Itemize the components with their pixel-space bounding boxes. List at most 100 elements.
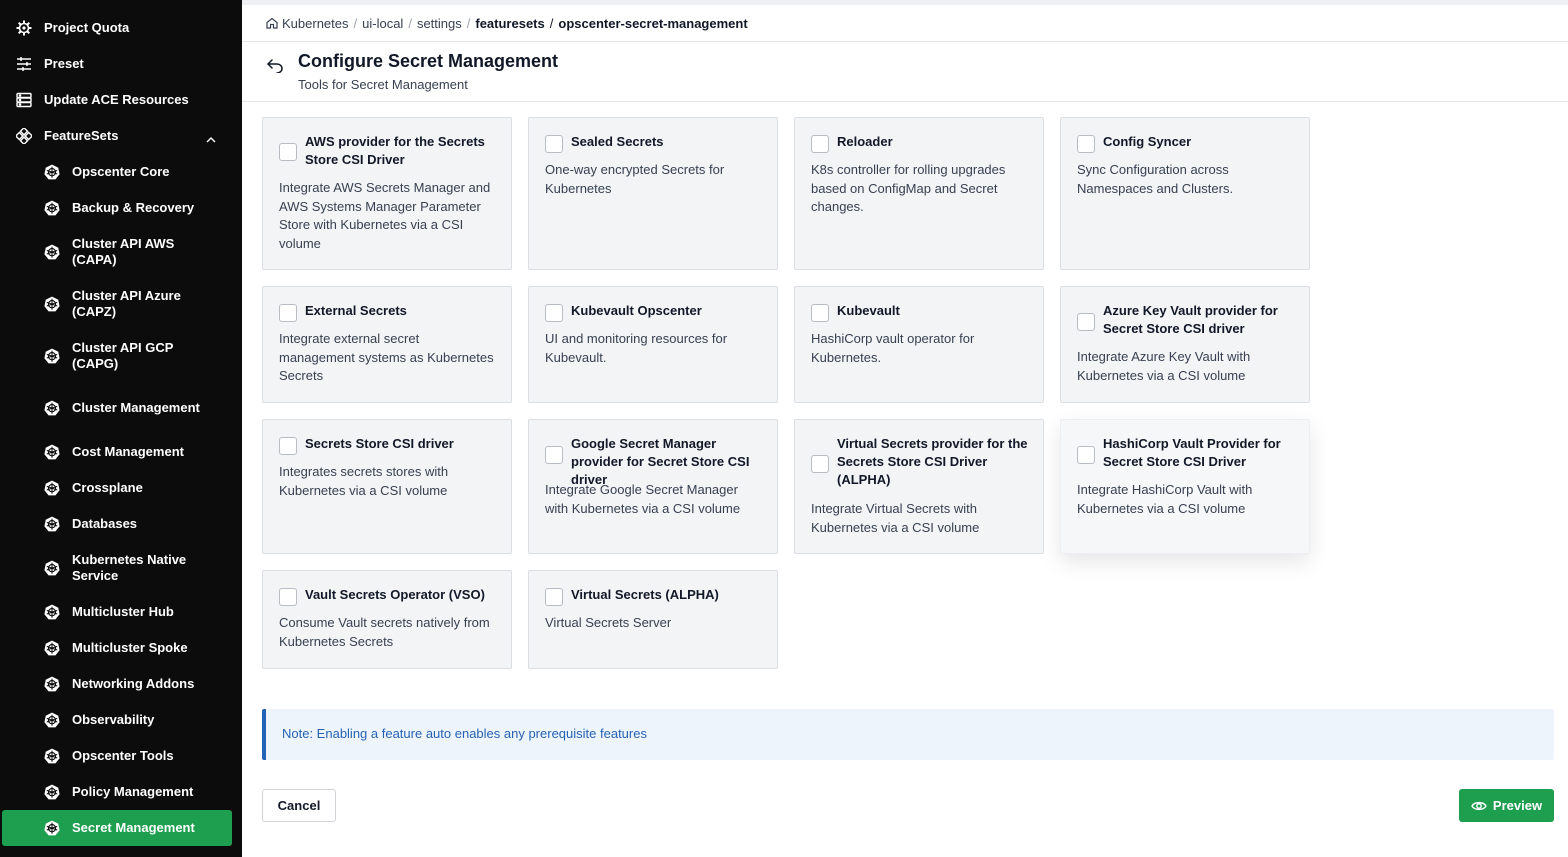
kubernetes-icon [44, 784, 60, 800]
kubernetes-icon [44, 516, 60, 532]
breadcrumb-separator: / [408, 15, 412, 31]
sidebar-item-policy-management[interactable]: Policy Management [0, 782, 242, 802]
sidebar-item-networking-addons[interactable]: Networking Addons [0, 674, 242, 694]
feature-checkbox[interactable] [1077, 135, 1095, 153]
breadcrumb-item[interactable]: Kubernetes [282, 16, 349, 31]
featuresets-icon [16, 128, 32, 144]
breadcrumb-item[interactable]: settings [417, 16, 462, 31]
feature-checkbox[interactable] [1077, 446, 1095, 464]
sidebar-item-label: Cost Management [72, 444, 184, 459]
feature-description: K8s controller for rolling upgrades base… [811, 162, 1006, 214]
feature-title: AWS provider for the Secrets Store CSI D… [305, 134, 485, 167]
feature-checkbox[interactable] [545, 135, 563, 153]
feature-card[interactable]: Vault Secrets Operator (VSO) Consume Vaul… [262, 570, 512, 669]
feature-checkbox[interactable] [545, 304, 563, 322]
kubernetes-icon [44, 200, 60, 216]
feature-title: HashiCorp Vault Provider for Secret Stor… [1103, 436, 1281, 469]
feature-description: Integrate HashiCorp Vault with Kubernete… [1077, 482, 1253, 516]
feature-card[interactable]: AWS provider for the Secrets Store CSI D… [262, 117, 512, 270]
feature-card[interactable]: Kubevault Opscenter UI and monitoring res… [528, 286, 778, 403]
kubernetes-icon [44, 444, 60, 460]
breadcrumb: Kubernetes / ui-local / settings / featu… [266, 14, 748, 32]
sidebar-item-label: Opscenter Core [72, 164, 170, 179]
feature-card[interactable]: Sealed Secrets One-way encrypted Secrets … [528, 117, 778, 270]
sidebar-item-opscenter-tools[interactable]: Opscenter Tools [0, 746, 242, 766]
breadcrumb-current: opscenter-secret-management [558, 15, 748, 31]
sidebar-item-multicluster-spoke[interactable]: Multicluster Spoke [0, 638, 242, 658]
feature-description: Integrate Google Secret Manager with Kub… [545, 482, 741, 516]
feature-checkbox[interactable] [279, 588, 297, 606]
home-icon[interactable] [266, 17, 278, 29]
sidebar-item-kubernetes-native-service[interactable]: Kubernetes Native Service [0, 551, 242, 585]
breadcrumb-item[interactable]: featuresets [475, 16, 544, 31]
feature-checkbox[interactable] [811, 304, 829, 322]
sidebar: Project Quota Preset Update ACE Resource… [0, 0, 242, 857]
feature-card[interactable]: Reloader K8s controller for rolling upgra… [794, 117, 1044, 270]
feature-description: Integrate external secret management sys… [279, 331, 494, 383]
feature-description: Virtual Secrets Server [545, 615, 672, 630]
sidebar-item-opscenter-core[interactable]: Opscenter Core [0, 162, 242, 182]
breadcrumb-item[interactable]: ui-local [362, 16, 403, 31]
feature-description: Integrates secrets stores with Kubernete… [279, 464, 449, 498]
sidebar-item-cluster-management[interactable]: Cluster Management [0, 391, 242, 425]
feature-card[interactable]: Azure Key Vault provider for Secret Stor… [1060, 286, 1310, 403]
sidebar-item-backup-recovery[interactable]: Backup & Recovery [0, 198, 242, 218]
sidebar-item-project-quota[interactable]: Project Quota [0, 18, 242, 38]
sidebar-item-label: Cluster API Azure (CAPZ) [72, 288, 181, 319]
sidebar-item-label: Networking Addons [72, 676, 195, 691]
feature-description: One-way encrypted Secrets for Kubernetes [545, 162, 725, 196]
preview-button[interactable]: Preview [1459, 789, 1554, 822]
sidebar-item-label: Cluster Management [72, 400, 200, 415]
sidebar-item-databases[interactable]: Databases [0, 514, 242, 534]
sidebar-item-crossplane[interactable]: Crossplane [0, 478, 242, 498]
feature-card[interactable]: External Secrets Integrate external secre… [262, 286, 512, 403]
feature-card[interactable]: Virtual Secrets (ALPHA) Virtual Secrets S… [528, 570, 778, 669]
feature-title: Kubevault Opscenter [571, 303, 702, 318]
kubernetes-icon [44, 640, 60, 656]
chevron-up-icon[interactable] [206, 132, 216, 148]
breadcrumb-separator: / [466, 15, 471, 31]
feature-title: Vault Secrets Operator (VSO) [305, 587, 485, 602]
kubernetes-icon [44, 676, 60, 692]
sidebar-item-cost-management[interactable]: Cost Management [0, 442, 242, 462]
feature-checkbox[interactable] [1077, 313, 1095, 331]
feature-checkbox[interactable] [545, 588, 563, 606]
cancel-button[interactable]: Cancel [262, 789, 336, 822]
feature-description: UI and monitoring resources for Kubevaul… [545, 331, 728, 365]
sidebar-item-label: Project Quota [44, 20, 130, 35]
feature-card[interactable]: Google Secret Manager provider for Secre… [528, 419, 778, 554]
breadcrumb-separator: / [353, 15, 358, 31]
sidebar-item-cluster-api-aws-capa[interactable]: Cluster API AWS (CAPA) [0, 235, 242, 269]
sidebar-item-featuresets[interactable]: FeatureSets [0, 126, 242, 146]
feature-checkbox[interactable] [811, 135, 829, 153]
feature-card[interactable]: Config Syncer Sync Configuration across N… [1060, 117, 1310, 270]
sidebar-item-label: Preset [44, 56, 84, 71]
note-text: Note: Enabling a feature auto enables an… [282, 726, 647, 741]
feature-description: Integrate Azure Key Vault with Kubernete… [1077, 349, 1251, 383]
sidebar-item-label: Update ACE Resources [44, 92, 189, 107]
feature-checkbox[interactable] [279, 304, 297, 322]
divider [242, 101, 1568, 102]
top-strip [242, 0, 1568, 5]
info-note: Note: Enabling a feature auto enables an… [262, 709, 1554, 760]
feature-card[interactable]: Secrets Store CSI driver Integrates secre… [262, 419, 512, 554]
feature-card[interactable]: Virtual Secrets provider for the Secrets… [794, 419, 1044, 554]
kubernetes-icon [44, 820, 60, 836]
sidebar-item-label: Kubernetes Native Service [72, 552, 187, 583]
feature-checkbox[interactable] [811, 455, 829, 473]
sidebar-item-secret-management[interactable]: Secret Management [2, 810, 232, 846]
sidebar-item-cluster-api-gcp-capg[interactable]: Cluster API GCP (CAPG) [0, 339, 242, 373]
feature-card[interactable]: Kubevault HashiCorp vault operator for Ku… [794, 286, 1044, 403]
feature-title: Virtual Secrets provider for the Secrets… [837, 436, 1028, 487]
eye-icon [1471, 800, 1487, 812]
feature-checkbox[interactable] [545, 446, 563, 464]
sidebar-item-preset[interactable]: Preset [0, 54, 242, 74]
sidebar-item-cluster-api-azure-capz[interactable]: Cluster API Azure (CAPZ) [0, 287, 242, 321]
feature-card[interactable]: HashiCorp Vault Provider for Secret Stor… [1060, 419, 1310, 554]
sidebar-item-multicluster-hub[interactable]: Multicluster Hub [0, 602, 242, 622]
back-button[interactable] [264, 54, 286, 76]
sidebar-item-update-ace-resources[interactable]: Update ACE Resources [0, 90, 242, 110]
sidebar-item-observability[interactable]: Observability [0, 710, 242, 730]
feature-checkbox[interactable] [279, 143, 297, 161]
feature-checkbox[interactable] [279, 437, 297, 455]
